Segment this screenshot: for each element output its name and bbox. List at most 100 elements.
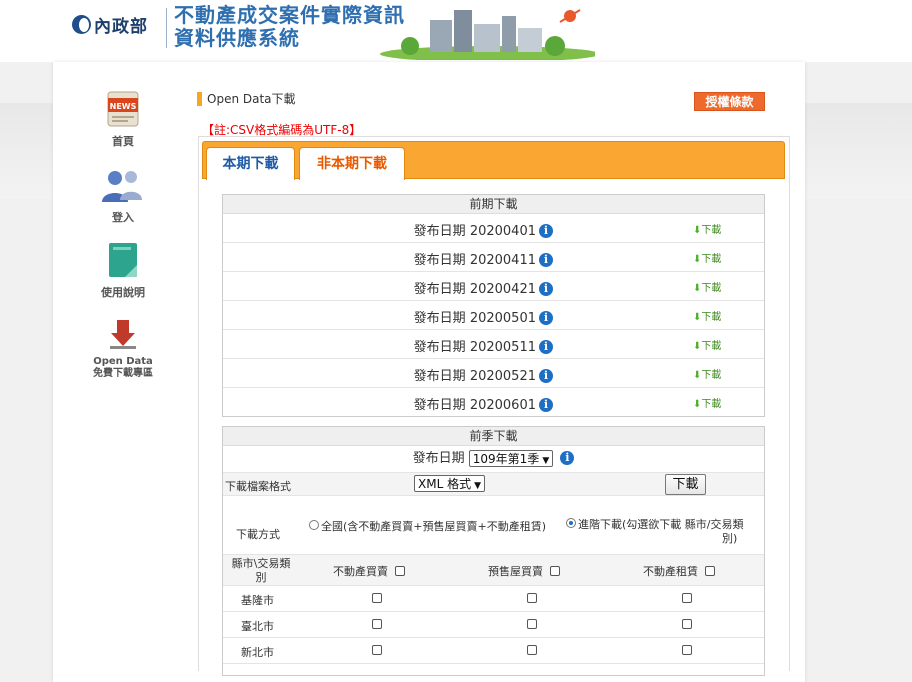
checkbox[interactable]	[527, 645, 537, 655]
column-real-estate-sale: 不動產買賣	[333, 563, 405, 579]
download-link[interactable]: ⬇下載	[693, 395, 721, 410]
download-link[interactable]: ⬇下載	[693, 337, 721, 352]
download-link-label: 下載	[701, 254, 722, 265]
season-select[interactable]: 109年第1季 ▼	[468, 450, 554, 467]
city-type-checkbox[interactable]	[372, 644, 382, 657]
city-skyline-banner	[380, 9, 595, 60]
checkbox[interactable]	[682, 593, 692, 603]
download-link-label: 下載	[701, 399, 722, 410]
radio-all[interactable]	[309, 520, 319, 530]
download-link[interactable]: ⬇下載	[693, 279, 721, 294]
download-link-label: 下載	[701, 312, 722, 323]
method-advanced-label: 進階下載(勾選欲下載 縣市/交易類	[578, 518, 744, 531]
tab-current-period[interactable]: 本期下載	[206, 147, 295, 180]
checkbox[interactable]	[682, 645, 692, 655]
info-icon[interactable]: i	[539, 224, 553, 238]
column-checkbox[interactable]	[550, 566, 560, 576]
chevron-down-icon: ▼	[474, 481, 481, 491]
method-all-option[interactable]: 全國(含不動產買賣+預售屋買賣+不動產租賃)	[309, 518, 546, 534]
sidebar-item-label: 登入	[112, 211, 134, 224]
method-label: 下載方式	[236, 528, 280, 541]
city-type-checkbox[interactable]	[527, 644, 537, 657]
city-name: 基隆市	[241, 594, 274, 607]
info-icon[interactable]: i	[539, 369, 553, 383]
season-date-label: 發布日期	[412, 451, 465, 466]
city-row: 臺北市	[223, 612, 764, 638]
date-prefix: 發布日期	[413, 253, 466, 268]
checkbox[interactable]	[682, 619, 692, 629]
release-date: 發布日期 20200521 i	[223, 365, 553, 384]
previous-season-table: 前季下載 發布日期 109年第1季 ▼ i 下載檔案格式 XML 格式 ▼ 下載 下…	[222, 426, 765, 676]
date-value: 20200501	[469, 311, 536, 326]
info-icon[interactable]: i	[560, 451, 575, 465]
previous-period-table: 前期下載 發布日期 20200401 i ⬇下載 發布日期 20200411 i ⬇下載發…	[222, 194, 765, 417]
period-row: 發布日期 20200411 i ⬇下載	[223, 243, 764, 272]
period-row: 發布日期 20200501 i ⬇下載	[223, 301, 764, 330]
sidebar-item-label-line2: 免費下載專區	[93, 368, 153, 379]
date-prefix: 發布日期	[413, 398, 466, 413]
users-icon	[102, 171, 142, 202]
date-prefix: 發布日期	[413, 311, 466, 326]
checkbox[interactable]	[527, 593, 537, 603]
city-type-checkbox[interactable]	[527, 618, 537, 631]
download-link[interactable]: ⬇下載	[693, 308, 721, 323]
sidebar-item-guide[interactable]: 使用說明	[68, 241, 178, 300]
info-icon[interactable]: i	[539, 253, 553, 267]
release-date: 發布日期 20200421 i	[223, 278, 553, 297]
city-row: 基隆市	[223, 586, 764, 612]
city-type-checkbox[interactable]	[682, 592, 692, 605]
date-value: 20200511	[469, 340, 536, 355]
column-presale-sale: 預售屋買賣	[488, 563, 560, 579]
download-button[interactable]: 下載	[665, 474, 706, 495]
format-label: 下載檔案格式	[225, 480, 291, 493]
tab-bar: 本期下載 非本期下載	[202, 141, 785, 180]
sidebar-item-label: 首頁	[112, 135, 134, 148]
radio-advanced[interactable]	[566, 518, 576, 528]
info-icon[interactable]: i	[539, 282, 553, 296]
period-row: 發布日期 20200421 i ⬇下載	[223, 272, 764, 301]
type-header-row: 縣市\交易類別 不動產買賣 預售屋買賣 不動產租賃	[223, 554, 764, 586]
city-type-checkbox[interactable]	[527, 592, 537, 605]
news-icon: NEWS	[107, 91, 139, 127]
ministry-logo[interactable]: 內政部	[72, 12, 148, 37]
table-header: 前季下載	[223, 427, 764, 446]
info-icon[interactable]: i	[539, 311, 553, 325]
type-header-label: 縣市\交易類別	[229, 557, 293, 585]
format-row: 下載檔案格式 XML 格式 ▼ 下載	[223, 473, 764, 496]
download-link[interactable]: ⬇下載	[693, 221, 721, 236]
header-divider	[166, 8, 167, 48]
format-select[interactable]: XML 格式 ▼	[414, 475, 485, 492]
sidebar-item-open-data[interactable]: Open Data 免費下載專區	[68, 318, 178, 380]
period-row: 發布日期 20200511 i ⬇下載	[223, 330, 764, 359]
download-link-label: 下載	[701, 225, 722, 236]
checkbox[interactable]	[372, 619, 382, 629]
manual-icon	[109, 243, 137, 277]
sidebar-item-home[interactable]: NEWS 首頁	[68, 88, 178, 149]
city-type-checkbox[interactable]	[682, 618, 692, 631]
news-badge: NEWS	[110, 102, 137, 111]
sidebar-item-login[interactable]: 登入	[68, 168, 178, 225]
column-checkbox[interactable]	[705, 566, 715, 576]
download-link[interactable]: ⬇下載	[693, 366, 721, 381]
info-icon[interactable]: i	[539, 398, 553, 412]
checkbox[interactable]	[527, 619, 537, 629]
download-link[interactable]: ⬇下載	[693, 250, 721, 265]
city-type-checkbox[interactable]	[372, 618, 382, 631]
ministry-name: 內政部	[94, 16, 148, 37]
download-link-label: 下載	[701, 341, 722, 352]
city-type-checkbox[interactable]	[682, 644, 692, 657]
tab-non-current-period[interactable]: 非本期下載	[299, 147, 405, 180]
column-checkbox[interactable]	[395, 566, 405, 576]
season-date-row: 發布日期 109年第1季 ▼ i	[223, 446, 764, 473]
period-row: 發布日期 20200401 i ⬇下載	[223, 214, 764, 243]
date-value: 20200401	[469, 224, 536, 239]
checkbox[interactable]	[372, 645, 382, 655]
city-type-checkbox[interactable]	[372, 592, 382, 605]
column-label: 不動產買賣	[333, 565, 388, 578]
info-icon[interactable]: i	[539, 340, 553, 354]
date-prefix: 發布日期	[413, 224, 466, 239]
checkbox[interactable]	[372, 593, 382, 603]
method-advanced-option[interactable]: 進階下載(勾選欲下載 縣市/交易類 別)	[566, 518, 766, 546]
column-label: 預售屋買賣	[488, 565, 543, 578]
license-terms-button[interactable]: 授權條款	[694, 92, 765, 111]
